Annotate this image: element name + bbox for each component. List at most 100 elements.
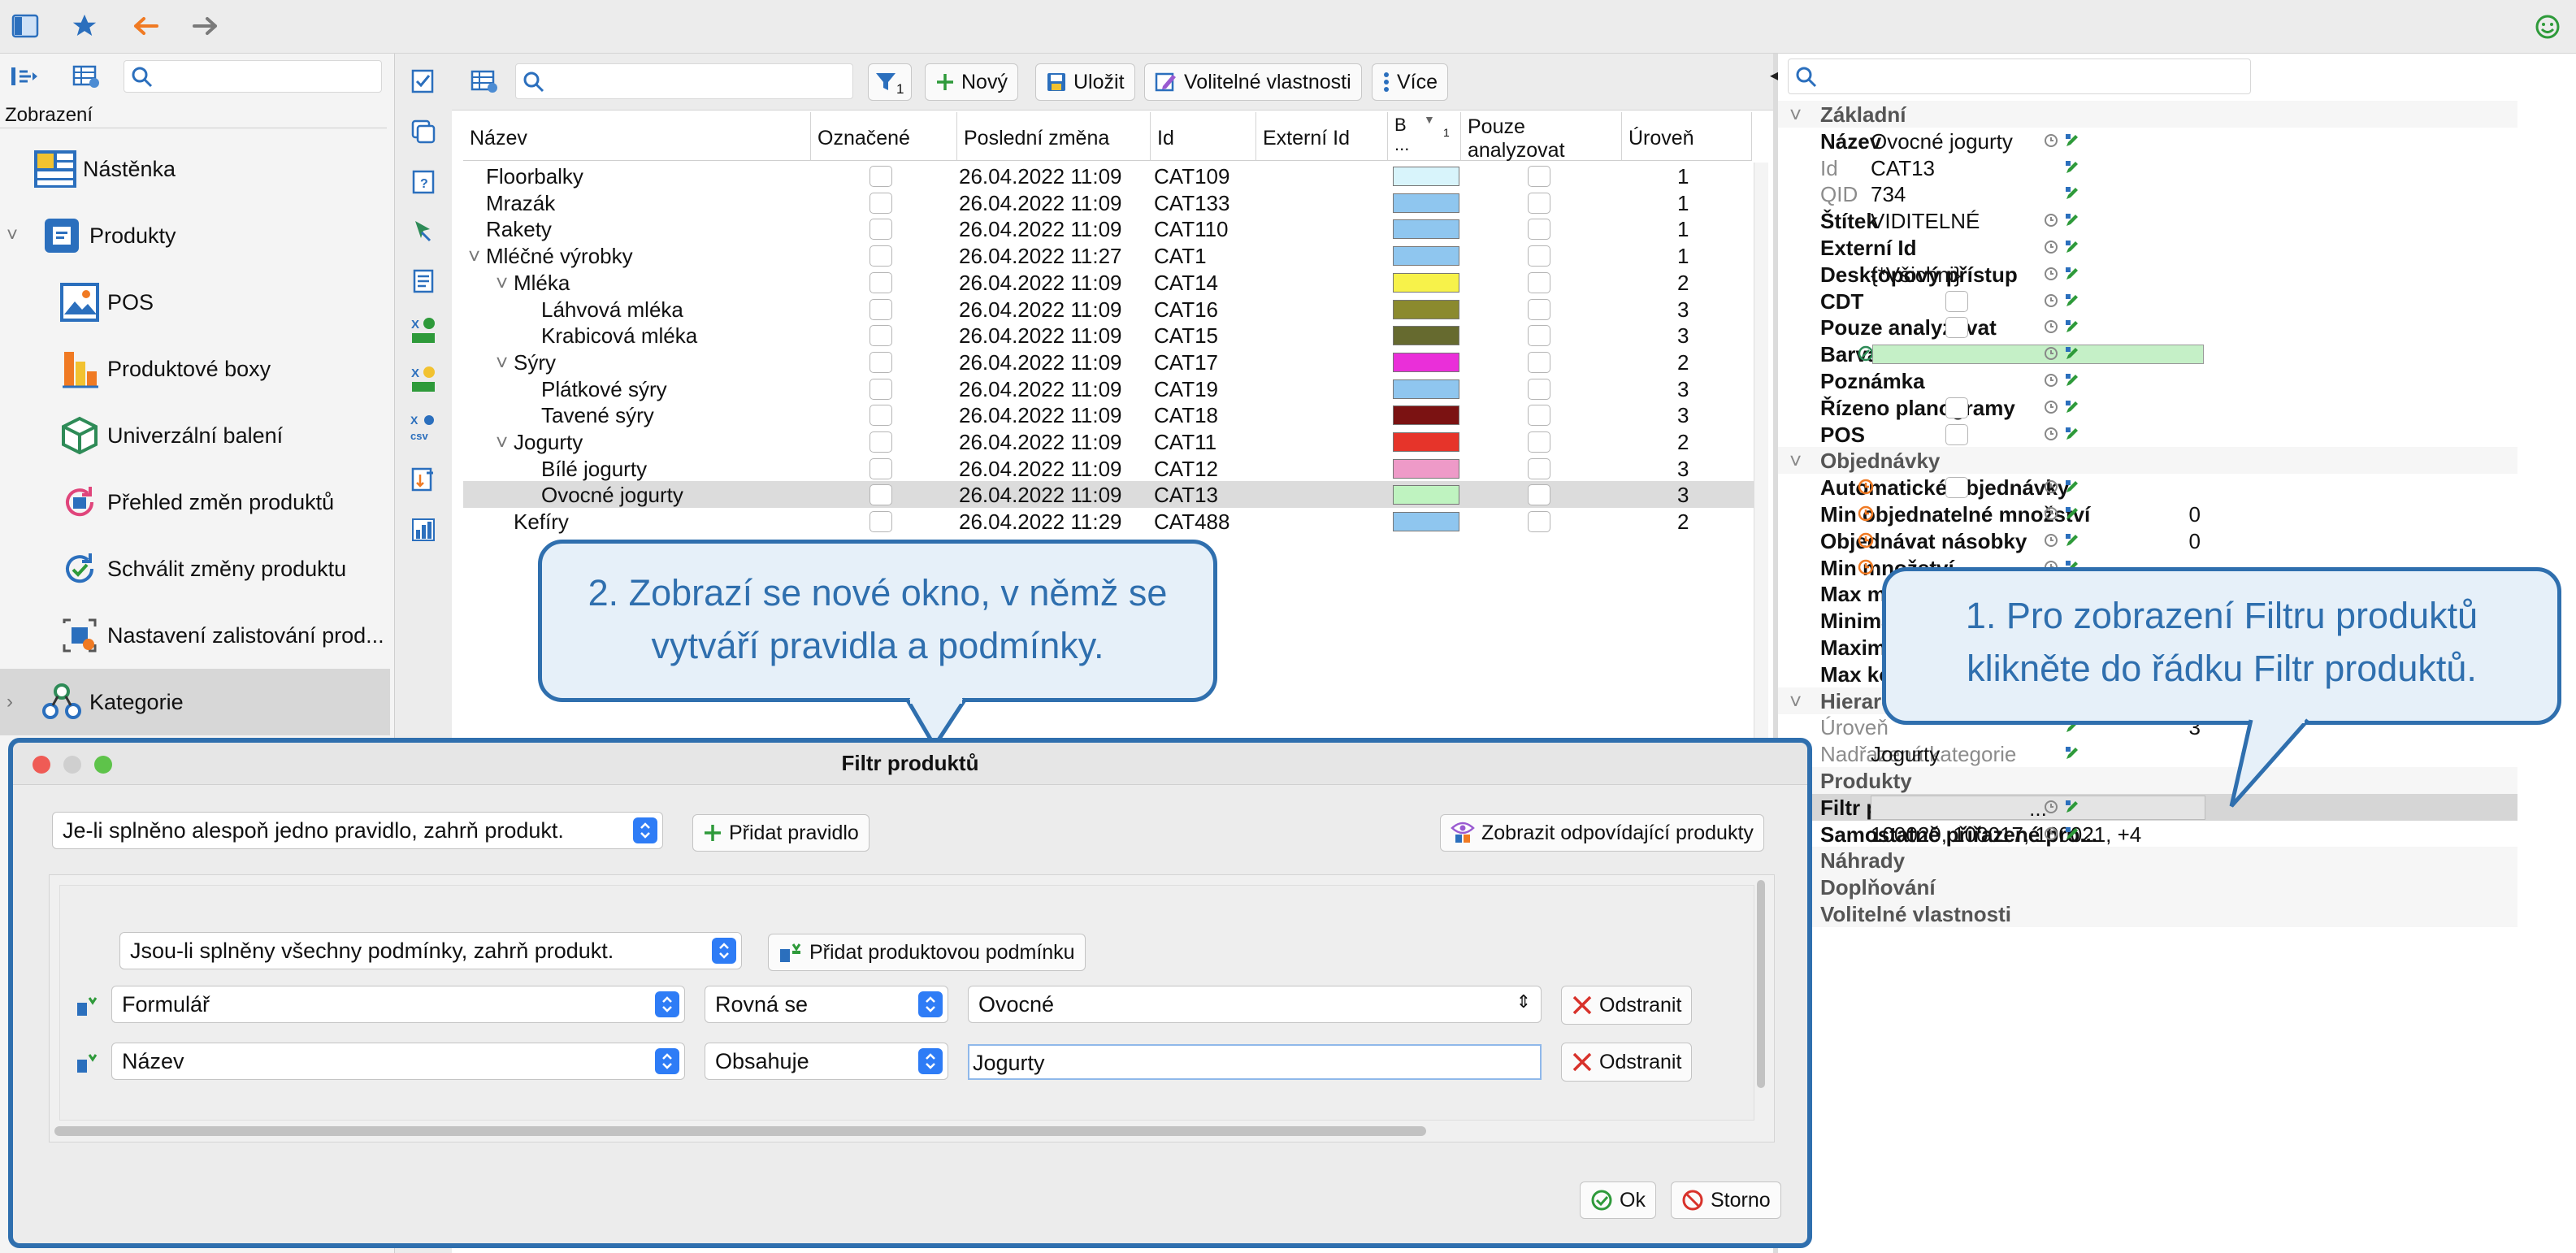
table-search-input[interactable] — [515, 63, 853, 99]
condition-field-select[interactable]: Formulář — [111, 986, 685, 1023]
condition-operator-select[interactable]: Rovná se — [705, 986, 948, 1023]
nav-item-approve-changes[interactable]: Schválit změny produktu — [0, 535, 390, 602]
table-row[interactable]: Plátkové sýry 26.04.2022 11:09 CAT19 3 — [463, 375, 1768, 402]
import-sort-icon[interactable] — [406, 463, 440, 496]
marked-checkbox[interactable] — [870, 325, 892, 347]
custom-properties-button[interactable]: Volitelné vlastnosti — [1144, 63, 1362, 101]
table-row[interactable]: Ovocné jogurty 26.04.2022 11:09 CAT13 3 — [463, 481, 1768, 509]
condition-drag-handle-icon[interactable] — [72, 1046, 102, 1078]
analyze-only-checkbox[interactable] — [1528, 192, 1550, 214]
add-rule-button[interactable]: Přidat pravidlo — [692, 814, 870, 852]
condition-value-select[interactable]: Ovocné ⇕ — [968, 986, 1542, 1023]
filter-edit-button[interactable]: ... — [1871, 795, 2205, 821]
nav-item-pos[interactable]: POS — [0, 269, 390, 336]
remove-condition-button[interactable]: Odstranit — [1561, 1043, 1693, 1082]
table-row[interactable]: ˅ Mléčné výrobky 26.04.2022 11:27 CAT1 1 — [463, 242, 1768, 269]
chevron-down-icon[interactable]: ˅ — [0, 224, 37, 247]
excel-import-icon[interactable]: X — [406, 312, 440, 348]
analyze-only-checkbox[interactable] — [1528, 484, 1550, 506]
column-header-color[interactable]: B ... ▼ 1 — [1388, 112, 1461, 161]
condition-mode-select[interactable]: Jsou-li splněny všechny podmínky, zahrň … — [119, 932, 742, 969]
analyze-only-checkbox[interactable] — [1528, 245, 1550, 267]
check-list-icon[interactable] — [406, 65, 440, 98]
chevron-down-icon[interactable]: ˅ — [1789, 449, 1802, 474]
table-row[interactable]: Tavené sýry 26.04.2022 11:09 CAT18 3 — [463, 401, 1768, 428]
property-row[interactable]: Id CAT13 — [1778, 154, 2517, 181]
rule-mode-select[interactable]: Je-li splněno alespoň jedno pravidlo, za… — [52, 812, 663, 849]
property-checkbox[interactable] — [1945, 317, 1968, 339]
nav-item-changes-overview[interactable]: Přehled změn produktů — [0, 469, 390, 535]
analyze-only-checkbox[interactable] — [1528, 511, 1550, 533]
back-arrow-icon[interactable] — [130, 11, 163, 41]
marked-checkbox[interactable] — [870, 245, 892, 267]
analyze-only-checkbox[interactable] — [1528, 378, 1550, 400]
favorites-star-icon[interactable] — [68, 10, 101, 42]
smiley-feedback-icon[interactable] — [2532, 11, 2563, 42]
filter-button[interactable]: 1 — [868, 63, 912, 101]
table-row[interactable]: Mrazák 26.04.2022 11:09 CAT133 1 — [463, 189, 1768, 216]
marked-checkbox[interactable] — [870, 484, 892, 506]
property-checkbox[interactable] — [1945, 477, 1968, 499]
collapse-tree-icon[interactable] — [7, 62, 42, 91]
column-header-name[interactable]: Název — [463, 112, 811, 161]
table-settings-icon[interactable] — [68, 62, 104, 91]
property-row[interactable]: Řízeno planogramy — [1778, 394, 2517, 421]
save-button[interactable]: Uložit — [1035, 63, 1135, 101]
column-header-id[interactable]: Id — [1151, 112, 1256, 161]
marked-checkbox[interactable] — [870, 298, 892, 320]
property-section[interactable]: ˅ Základní — [1778, 101, 2517, 128]
copy-icon[interactable] — [406, 115, 440, 148]
nav-item-product-boxes[interactable]: Produktové boxy — [0, 336, 390, 402]
properties-search-input[interactable] — [1788, 59, 2251, 94]
property-row[interactable]: POS — [1778, 421, 2517, 448]
rule-vertical-scrollbar[interactable] — [1754, 880, 1767, 1088]
property-row[interactable]: Barva — [1778, 340, 2517, 367]
table-row[interactable]: Láhvová mléka 26.04.2022 11:09 CAT16 3 — [463, 296, 1768, 323]
property-section[interactable]: Doplňování — [1778, 874, 2517, 901]
table-row[interactable]: Kefíry 26.04.2022 11:29 CAT488 2 — [463, 508, 1768, 535]
marked-checkbox[interactable] — [870, 219, 892, 241]
table-row[interactable]: Krabicová mléka 26.04.2022 11:09 CAT15 3 — [463, 322, 1768, 349]
column-header-last-change[interactable]: Poslední změna — [957, 112, 1151, 161]
nav-item-products[interactable]: ˅ Produkty — [0, 202, 390, 269]
property-row[interactable]: Automatické objednávky — [1778, 474, 2517, 501]
column-header-marked[interactable]: Označené — [811, 112, 957, 161]
new-button[interactable]: Nový — [925, 63, 1018, 101]
more-button[interactable]: Více — [1372, 63, 1449, 101]
property-row[interactable]: Desktopový přístup {*Všichni} — [1778, 261, 2517, 288]
property-row[interactable]: Externí Id — [1778, 234, 2517, 261]
analyze-only-checkbox[interactable] — [1528, 325, 1550, 347]
chevron-right-icon[interactable]: › — [0, 691, 37, 713]
marked-checkbox[interactable] — [870, 378, 892, 400]
sidebar-toggle-icon[interactable] — [8, 11, 42, 41]
analyze-only-checkbox[interactable] — [1528, 457, 1550, 479]
marked-checkbox[interactable] — [870, 511, 892, 533]
chevron-down-icon[interactable]: ˅ — [1789, 689, 1802, 714]
analyze-only-checkbox[interactable] — [1528, 271, 1550, 293]
chevron-down-icon[interactable]: ˅ — [496, 350, 508, 375]
marked-checkbox[interactable] — [870, 457, 892, 479]
help-document-icon[interactable]: ? — [406, 166, 440, 198]
property-row[interactable]: QID 734 — [1778, 180, 2517, 207]
document-list-icon[interactable] — [406, 265, 440, 297]
show-matching-products-button[interactable]: Zobrazit odpovídající produkty — [1440, 814, 1764, 852]
condition-operator-select[interactable]: Obsahuje — [705, 1043, 948, 1080]
chevron-down-icon[interactable]: ˅ — [496, 271, 508, 296]
table-row[interactable]: Rakety 26.04.2022 11:09 CAT110 1 — [463, 215, 1768, 242]
property-section[interactable]: Náhrady — [1778, 847, 2517, 874]
ok-button[interactable]: Ok — [1580, 1181, 1656, 1219]
column-header-external-id[interactable]: Externí Id — [1256, 112, 1388, 161]
property-row[interactable]: Poznámka — [1778, 367, 2517, 394]
table-row[interactable]: ˅ Sýry 26.04.2022 11:09 CAT17 2 — [463, 349, 1768, 375]
property-row[interactable]: Objednávat násobky 0 — [1778, 527, 2517, 554]
column-header-analyze-only[interactable]: Pouze analyzovat — [1461, 112, 1622, 162]
marked-checkbox[interactable] — [870, 271, 892, 293]
property-checkbox[interactable] — [1945, 423, 1968, 445]
property-section[interactable]: ˅ Objednávky — [1778, 447, 2517, 475]
analyze-only-checkbox[interactable] — [1528, 166, 1550, 187]
marked-checkbox[interactable] — [870, 431, 892, 453]
analyze-only-checkbox[interactable] — [1528, 298, 1550, 320]
marked-checkbox[interactable] — [870, 405, 892, 427]
property-row[interactable]: Název Ovocné jogurty — [1778, 128, 2517, 154]
property-section[interactable]: Volitelné vlastnosti — [1778, 900, 2517, 927]
